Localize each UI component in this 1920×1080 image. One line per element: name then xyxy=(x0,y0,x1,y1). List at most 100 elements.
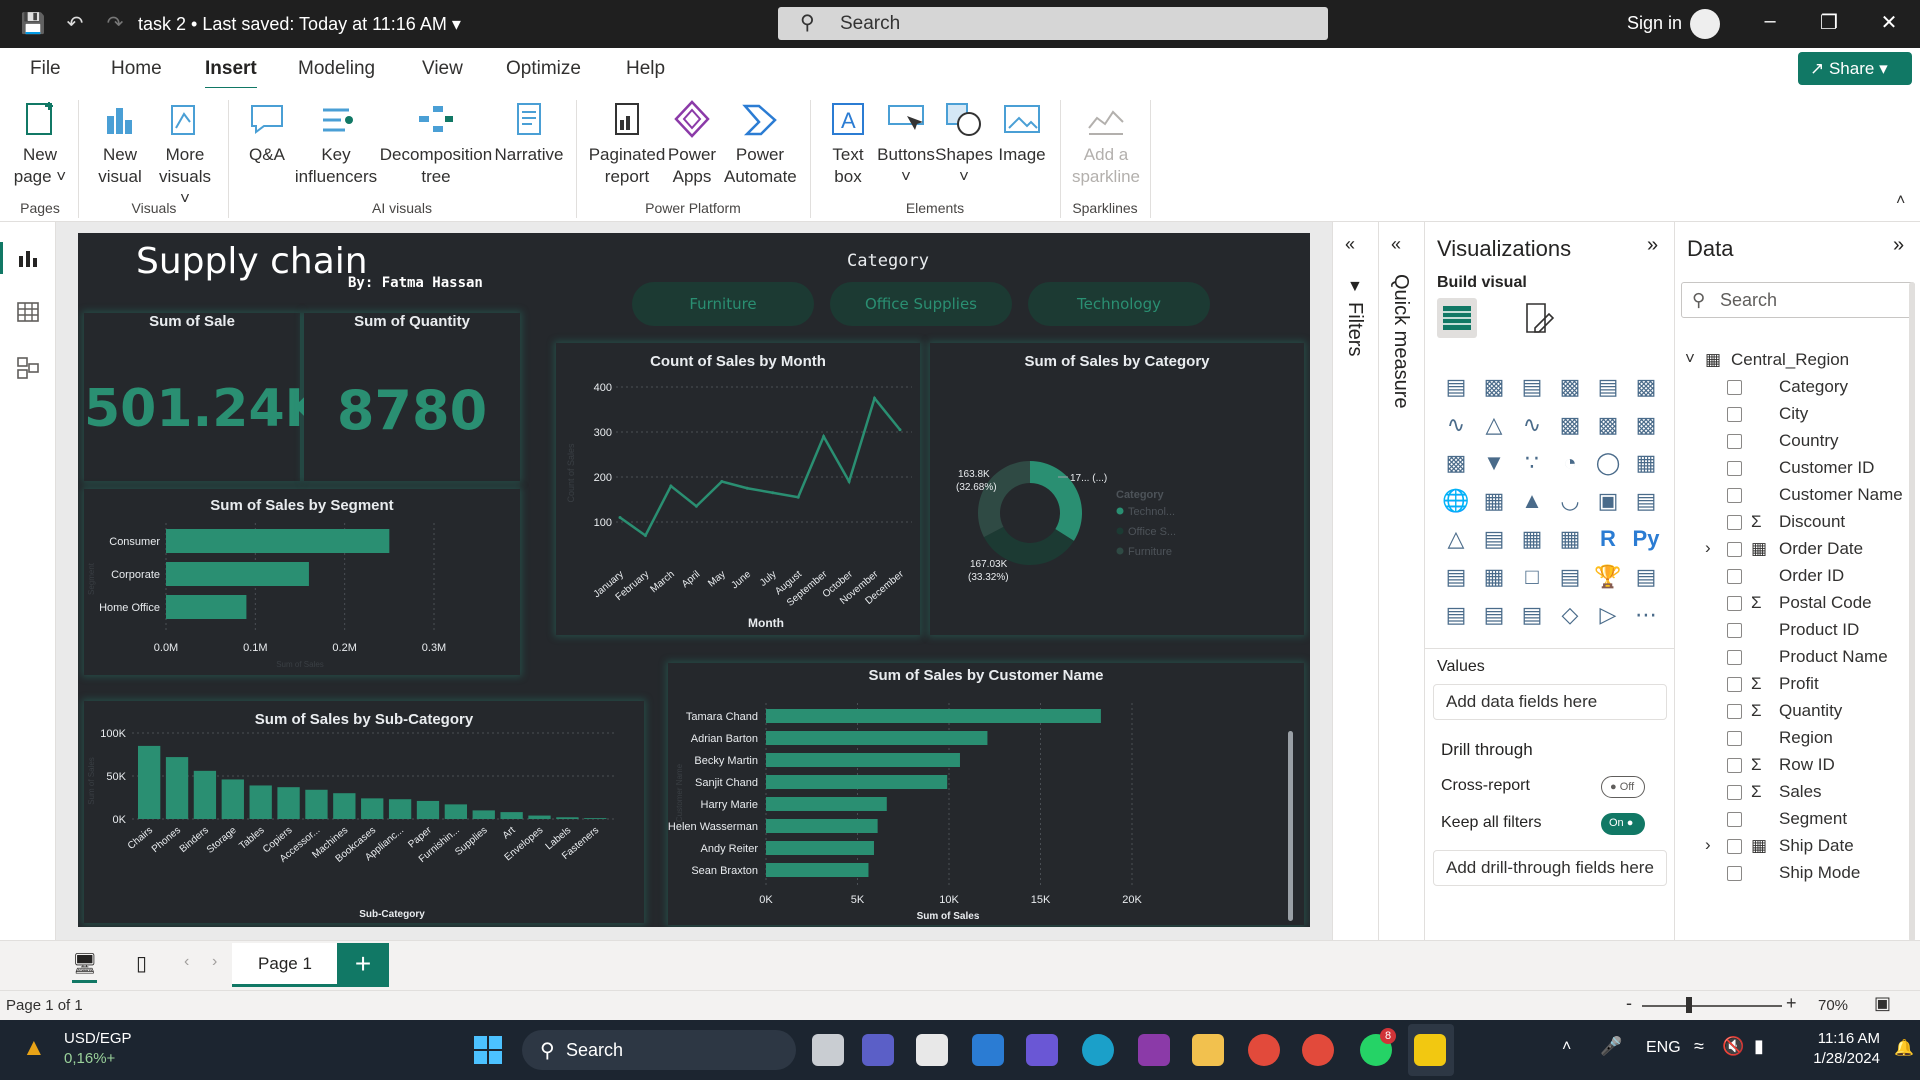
kpi-icon[interactable]: △ xyxy=(1441,524,1471,554)
account-avatar-icon[interactable] xyxy=(1690,9,1720,39)
100-bar-icon[interactable]: ▤ xyxy=(1593,372,1623,402)
notifications-icon[interactable]: 🔔 xyxy=(1894,1038,1914,1058)
category-donut-chart[interactable]: Sum of Sales by Category 163.8K (32.68%) 1… xyxy=(930,343,1304,635)
power-automate-button[interactable]: Power Automate xyxy=(724,98,797,188)
wifi-icon[interactable]: ≈ xyxy=(1694,1036,1704,1057)
field-row[interactable]: Category xyxy=(1675,375,1915,402)
field-row[interactable]: Σ Profit xyxy=(1675,672,1915,699)
model-view-icon[interactable] xyxy=(16,356,40,380)
field-checkbox[interactable] xyxy=(1727,677,1742,692)
tab-modeling[interactable]: Modeling xyxy=(298,58,375,80)
format-visual-tab-icon[interactable] xyxy=(1521,300,1557,336)
narrative-button[interactable]: Narrative xyxy=(492,98,566,166)
table-node[interactable]: ˅ ▦ Central_Region xyxy=(1675,348,1915,375)
show-hidden-icons-icon[interactable]: ˄ xyxy=(1562,1038,1571,1056)
title-search-box[interactable]: ⚲ Search xyxy=(778,7,1328,40)
card-icon[interactable]: ▣ xyxy=(1593,486,1623,516)
field-row[interactable]: Σ Quantity xyxy=(1675,699,1915,726)
volume-muted-icon[interactable]: 🔇 xyxy=(1722,1036,1744,1057)
paginated-report-button[interactable]: Paginated report xyxy=(588,98,666,188)
multi-row-card-icon[interactable]: ▤ xyxy=(1631,486,1661,516)
add-sparkline-button[interactable]: Add a sparkline xyxy=(1070,98,1142,188)
stock-widget-icon[interactable]: ▲ xyxy=(22,1034,52,1064)
expand-filters-icon[interactable]: « xyxy=(1345,234,1355,255)
keep-filters-toggle[interactable]: On ● xyxy=(1601,813,1645,835)
field-checkbox[interactable] xyxy=(1727,488,1742,503)
collapse-data-pane-icon[interactable]: » xyxy=(1893,234,1904,257)
fit-to-page-icon[interactable]: ▣ xyxy=(1874,993,1891,1014)
chevron-right-icon[interactable]: › xyxy=(1705,538,1711,558)
clock-date[interactable]: 1/28/2024 xyxy=(1790,1050,1880,1067)
collapse-ribbon-icon[interactable]: ˄ xyxy=(1896,192,1905,210)
clustered-column-icon[interactable]: ▩ xyxy=(1555,372,1585,402)
tab-help[interactable]: Help xyxy=(626,58,665,80)
new-page-button[interactable]: New page ˅ xyxy=(8,98,72,188)
month-line-chart[interactable]: Count of Sales by Month 100 200 300 400 Janu… xyxy=(556,343,920,635)
tab-view[interactable]: View xyxy=(422,58,463,80)
field-row[interactable]: Customer ID xyxy=(1675,456,1915,483)
slicer-item-office-supplies[interactable]: Office Supplies xyxy=(830,282,1012,326)
chevron-down-icon[interactable]: ˅ xyxy=(1685,349,1695,369)
filled-map-icon[interactable]: ▦ xyxy=(1479,486,1509,516)
teams-meeting-icon[interactable] xyxy=(1026,1034,1058,1066)
tab-home[interactable]: Home xyxy=(111,58,162,80)
narrative-icon[interactable]: ▤ xyxy=(1555,562,1585,592)
shapes-button[interactable]: Shapes ˅ xyxy=(934,98,994,188)
matrix-icon[interactable]: ▦ xyxy=(1555,524,1585,554)
decomposition-icon[interactable]: ▦ xyxy=(1479,562,1509,592)
values-drop-zone[interactable]: Add data fields here xyxy=(1433,684,1667,720)
field-row[interactable]: Product ID xyxy=(1675,618,1915,645)
field-checkbox[interactable] xyxy=(1727,542,1742,557)
ribbon-icon[interactable]: ▩ xyxy=(1631,410,1661,440)
data-pane-scrollbar[interactable] xyxy=(1909,282,1915,942)
field-checkbox[interactable] xyxy=(1727,731,1742,746)
map-icon[interactable]: 🌐 xyxy=(1441,486,1471,516)
slicer-item-furniture[interactable]: Furniture xyxy=(632,282,814,326)
field-checkbox[interactable] xyxy=(1727,380,1742,395)
paginated-icon[interactable]: ▤ xyxy=(1631,562,1661,592)
decomposition-tree-button[interactable]: Decomposition tree xyxy=(378,98,494,188)
text-box-button[interactable]: A Text box xyxy=(822,98,874,188)
document-title[interactable]: task 2 • Last saved: Today at 11:16 AM ▾ xyxy=(138,14,461,35)
data-search-input[interactable]: ⚲ Search xyxy=(1681,282,1915,318)
page-tab-page-1[interactable]: Page 1 xyxy=(232,943,338,987)
key-influencers-button[interactable]: Key influencers xyxy=(294,98,378,188)
field-row[interactable]: Region xyxy=(1675,726,1915,753)
filters-pane-collapsed[interactable]: « ▼ Filters xyxy=(1332,222,1378,990)
donut-icon[interactable]: ◯ xyxy=(1593,448,1623,478)
field-checkbox[interactable] xyxy=(1727,434,1742,449)
kpi-card-sales[interactable]: Sum of Sale 501.24K xyxy=(84,313,325,481)
power-bi-icon[interactable] xyxy=(1414,1034,1446,1066)
next-page-icon[interactable]: › xyxy=(212,953,217,971)
power-automate-icon[interactable]: ▷ xyxy=(1593,600,1623,630)
field-row[interactable]: Segment xyxy=(1675,807,1915,834)
quick-measure-pane-collapsed[interactable]: « Quick measure xyxy=(1378,222,1424,990)
zoom-slider[interactable] xyxy=(1642,1005,1782,1007)
field-row[interactable]: Σ Sales xyxy=(1675,780,1915,807)
power-apps-icon[interactable]: ◇ xyxy=(1555,600,1585,630)
save-icon[interactable]: 💾 xyxy=(20,12,46,36)
drill-through-drop-zone[interactable]: Add drill-through fields here xyxy=(1433,850,1667,886)
tab-optimize[interactable]: Optimize xyxy=(506,58,581,80)
field-row[interactable]: Σ Postal Code xyxy=(1675,591,1915,618)
table-icon[interactable]: ▦ xyxy=(1517,524,1547,554)
edge-icon[interactable] xyxy=(1082,1034,1114,1066)
field-row[interactable]: City xyxy=(1675,402,1915,429)
segment-chart[interactable]: Sum of Sales by Segment 0.0M 0.1M 0.2M 0.3M… xyxy=(84,489,520,675)
field-row[interactable]: › ▦ Ship Date xyxy=(1675,834,1915,861)
image-button[interactable]: Image xyxy=(994,98,1050,166)
zoom-out-icon[interactable]: - xyxy=(1626,993,1632,1014)
field-row[interactable]: › ▦ Order Date xyxy=(1675,537,1915,564)
field-row[interactable]: Customer Name xyxy=(1675,483,1915,510)
clustered-bar-icon[interactable]: ▤ xyxy=(1517,372,1547,402)
expand-quick-measure-icon[interactable]: « xyxy=(1391,234,1401,255)
clock-time[interactable]: 11:16 AM xyxy=(1790,1030,1880,1047)
tab-insert[interactable]: Insert xyxy=(205,58,257,90)
field-checkbox[interactable] xyxy=(1727,569,1742,584)
stacked-bar-icon[interactable]: ▤ xyxy=(1441,372,1471,402)
field-checkbox[interactable] xyxy=(1727,650,1742,665)
field-checkbox[interactable] xyxy=(1727,812,1742,827)
undo-icon[interactable]: ↶ xyxy=(62,12,88,36)
chart-scrollbar[interactable] xyxy=(1288,731,1293,921)
slicer-icon[interactable]: ▤ xyxy=(1479,524,1509,554)
